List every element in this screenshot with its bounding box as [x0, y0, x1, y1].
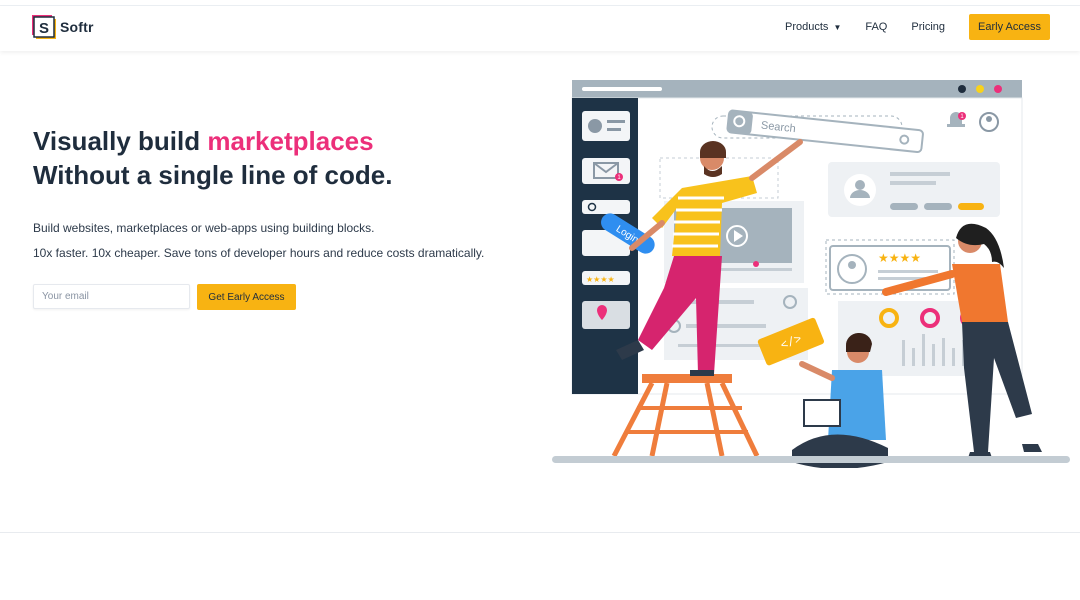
- logo-letter: S: [39, 20, 49, 37]
- caret-down-icon: ▼: [833, 22, 842, 32]
- nav-item-products-label: Products: [785, 21, 829, 33]
- floor-line: [552, 456, 1070, 463]
- early-access-button[interactable]: Early Access: [969, 14, 1050, 40]
- nav-item-products[interactable]: Products ▼: [785, 21, 841, 33]
- hero-title-accent: marketplaces: [207, 126, 374, 156]
- get-early-access-button[interactable]: Get Early Access: [197, 284, 296, 310]
- softr-logo-icon: S: [32, 15, 56, 39]
- hero-description-1: Build websites, marketplaces or web-apps…: [33, 221, 375, 235]
- nav-item-faq[interactable]: FAQ: [865, 21, 887, 33]
- navbar: S Softr Products ▼ FAQ Pricing Early Acc…: [0, 6, 1080, 51]
- section-divider: [0, 532, 1080, 533]
- logo[interactable]: S Softr: [32, 15, 94, 39]
- email-input[interactable]: [33, 284, 190, 309]
- brand-name: Softr: [60, 19, 94, 35]
- nav-menu: Products ▼ FAQ Pricing Early Access: [785, 14, 1050, 40]
- nav-item-pricing[interactable]: Pricing: [911, 21, 945, 33]
- hero-title: Visually build marketplaces: [33, 125, 374, 157]
- svg-text:★★★★: ★★★★: [586, 275, 615, 284]
- hero-description-2: 10x faster. 10x cheaper. Save tons of de…: [33, 246, 485, 260]
- svg-text:★★★★: ★★★★: [878, 251, 921, 265]
- hero-subtitle: Without a single line of code.: [33, 160, 393, 190]
- hero-title-plain: Visually build: [33, 126, 208, 156]
- hero-illustration: 1 ★★★★ Search 1 ★★★★ Login </>: [552, 78, 1072, 469]
